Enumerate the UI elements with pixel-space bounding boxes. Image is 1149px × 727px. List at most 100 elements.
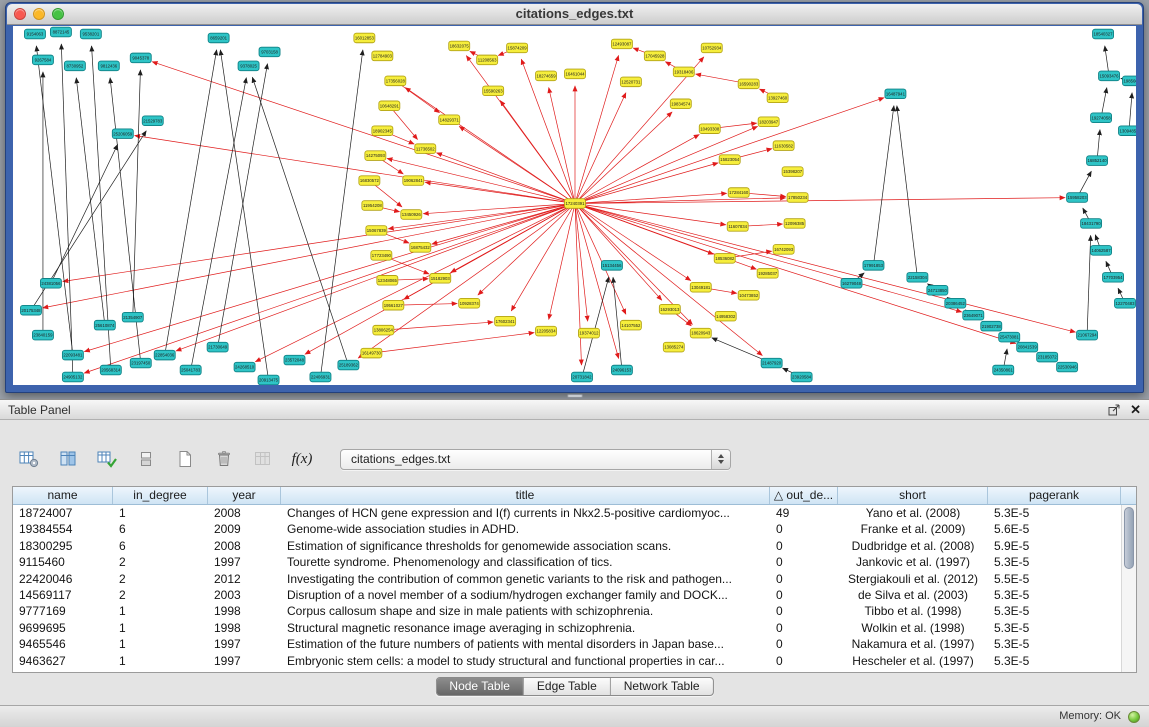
network-node[interactable]: 19285037 (757, 269, 778, 279)
network-node[interactable]: 23840159 (32, 330, 53, 340)
network-node[interactable]: 13450926 (401, 210, 422, 220)
function-builder-button[interactable]: f(x) (287, 447, 317, 471)
network-node[interactable]: 15398207 (782, 167, 803, 177)
network-node[interactable]: 11630582 (773, 141, 794, 151)
table-row[interactable]: 1872400712008Changes of HCN gene express… (13, 505, 1121, 521)
network-node[interactable]: 24268510 (234, 362, 255, 372)
network-node[interactable]: 12205834 (536, 326, 557, 336)
column-header-0[interactable]: name (13, 487, 113, 504)
network-node[interactable]: 23185072 (1037, 352, 1058, 362)
network-node[interactable]: 12096385 (784, 219, 805, 229)
network-node[interactable]: 16852140 (1087, 156, 1108, 166)
network-node[interactable]: 24096153 (611, 365, 632, 375)
tab-edge-table[interactable]: Edge Table (523, 678, 610, 695)
delete-table-button[interactable] (248, 447, 278, 471)
zoom-window-button[interactable] (52, 8, 64, 20)
network-node[interactable]: 16590283 (738, 79, 759, 89)
network-node[interactable]: 9703158 (259, 47, 280, 57)
network-node[interactable]: 22093481 (62, 350, 83, 360)
network-node[interactable]: 14958302 (715, 311, 736, 321)
table-row[interactable]: 946554611997Estimation of the future num… (13, 636, 1121, 652)
network-node[interactable]: 13806254 (373, 325, 394, 335)
table-row[interactable]: 1830029562008Estimation of significance … (13, 538, 1121, 554)
network-node[interactable]: 24905132 (62, 372, 83, 382)
network-node[interactable]: 19561027 (383, 300, 404, 310)
network-node[interactable]: 15182903 (430, 274, 451, 284)
new-column-button[interactable] (170, 447, 200, 471)
network-node[interactable]: 19374012 (578, 328, 599, 338)
network-node[interactable]: 9538201 (80, 29, 101, 39)
network-node[interactable]: 15134456 (601, 261, 622, 271)
network-node[interactable]: 14107552 (620, 320, 641, 330)
import-table-button[interactable] (92, 447, 122, 471)
network-node[interactable]: 9154063 (24, 29, 45, 39)
network-node[interactable]: 17284160 (728, 188, 749, 198)
network-node[interactable]: 18274659 (536, 71, 557, 81)
network-node[interactable]: 12784903 (372, 51, 393, 61)
column-header-3[interactable]: title (281, 487, 770, 504)
network-node[interactable]: 10648291 (379, 101, 400, 111)
network-node[interactable]: 21730649 (207, 342, 228, 352)
network-node[interactable]: 15823054 (719, 155, 740, 165)
network-node[interactable]: 21487920 (761, 358, 782, 368)
network-node[interactable]: 17991853 (863, 261, 884, 271)
network-node[interactable]: 15590263 (483, 86, 504, 96)
network-node[interactable]: 19834574 (670, 99, 691, 109)
table-row[interactable]: 977716911998Corpus callosum shape and si… (13, 603, 1121, 619)
vertical-scrollbar[interactable] (1121, 505, 1136, 672)
network-node[interactable]: 17723490 (371, 251, 392, 261)
network-node[interactable]: 16487941 (885, 89, 906, 99)
network-node[interactable]: 18540327 (1093, 29, 1114, 39)
network-node[interactable]: 20731842 (572, 372, 593, 382)
column-header-2[interactable]: year (208, 487, 281, 504)
delete-column-button[interactable] (209, 447, 239, 471)
network-node[interactable]: 25206059 (112, 129, 133, 139)
network-node[interactable]: 19318406 (673, 67, 694, 77)
network-node[interactable]: 21902738 (981, 321, 1002, 331)
network-node[interactable]: 9812436 (98, 61, 119, 71)
network-node[interactable]: 16742093 (773, 245, 794, 255)
network-node[interactable]: 24381056 (40, 278, 61, 288)
network-node[interactable]: 15093476 (1099, 71, 1120, 81)
network-node[interactable]: 13049181 (690, 282, 711, 292)
network-node[interactable]: 14062587 (1091, 246, 1112, 256)
network-node[interactable]: 11208563 (477, 55, 498, 65)
network-node[interactable]: 16830572 (359, 176, 380, 186)
column-header-4[interactable]: △ out_de... (770, 487, 838, 504)
network-view[interactable]: 1724039116461044125207311983457410493308… (13, 26, 1136, 385)
network-node[interactable]: 17602341 (495, 316, 516, 326)
table-row[interactable]: 1938455462009Genome-wide association stu… (13, 521, 1121, 537)
network-node[interactable]: 25473081 (999, 332, 1020, 342)
network-node[interactable]: 21354907 (122, 312, 143, 322)
network-node[interactable]: 18632075 (449, 41, 470, 51)
network-node[interactable]: 25189362 (338, 360, 359, 370)
network-node[interactable]: 22854036 (154, 350, 175, 360)
table-row[interactable]: 911546021997Tourette syndrome. Phenomeno… (13, 554, 1121, 570)
network-node[interactable]: 17356028 (385, 76, 406, 86)
network-node[interactable]: 23572048 (284, 355, 305, 365)
network-node[interactable]: 17850234 (787, 193, 808, 203)
network-node[interactable]: 12493087 (611, 39, 632, 49)
network-node[interactable]: 15874209 (507, 43, 528, 53)
network-node[interactable]: 19856041 (1123, 76, 1136, 86)
row-height-button[interactable] (131, 447, 161, 471)
network-node[interactable]: 9267584 (32, 55, 53, 65)
network-node[interactable]: 10493308 (699, 124, 720, 134)
column-header-5[interactable]: short (838, 487, 988, 504)
network-node[interactable]: 22406931 (310, 372, 331, 382)
network-node[interactable]: 17703954 (1103, 273, 1124, 283)
network-node[interactable]: 12270483 (1115, 298, 1136, 308)
network-node[interactable]: 21067294 (1077, 330, 1098, 340)
network-node[interactable]: 18620943 (690, 328, 711, 338)
network-node[interactable]: 11736502 (415, 144, 436, 154)
network-node[interactable]: 25041783 (180, 365, 201, 375)
window-titlebar[interactable]: citations_edges.txt (7, 4, 1142, 25)
network-node[interactable]: 20386452 (945, 298, 966, 308)
network-node[interactable]: 9378025 (238, 61, 259, 71)
network-node[interactable]: 12348065 (377, 276, 398, 286)
close-panel-icon[interactable]: ✕ (1130, 402, 1141, 418)
network-node[interactable]: 25610874 (94, 320, 115, 330)
network-node[interactable]: 20913475 (258, 375, 279, 385)
network-table-select[interactable]: citations_edges.txt (340, 449, 731, 470)
network-node[interactable]: 16149730 (361, 348, 382, 358)
